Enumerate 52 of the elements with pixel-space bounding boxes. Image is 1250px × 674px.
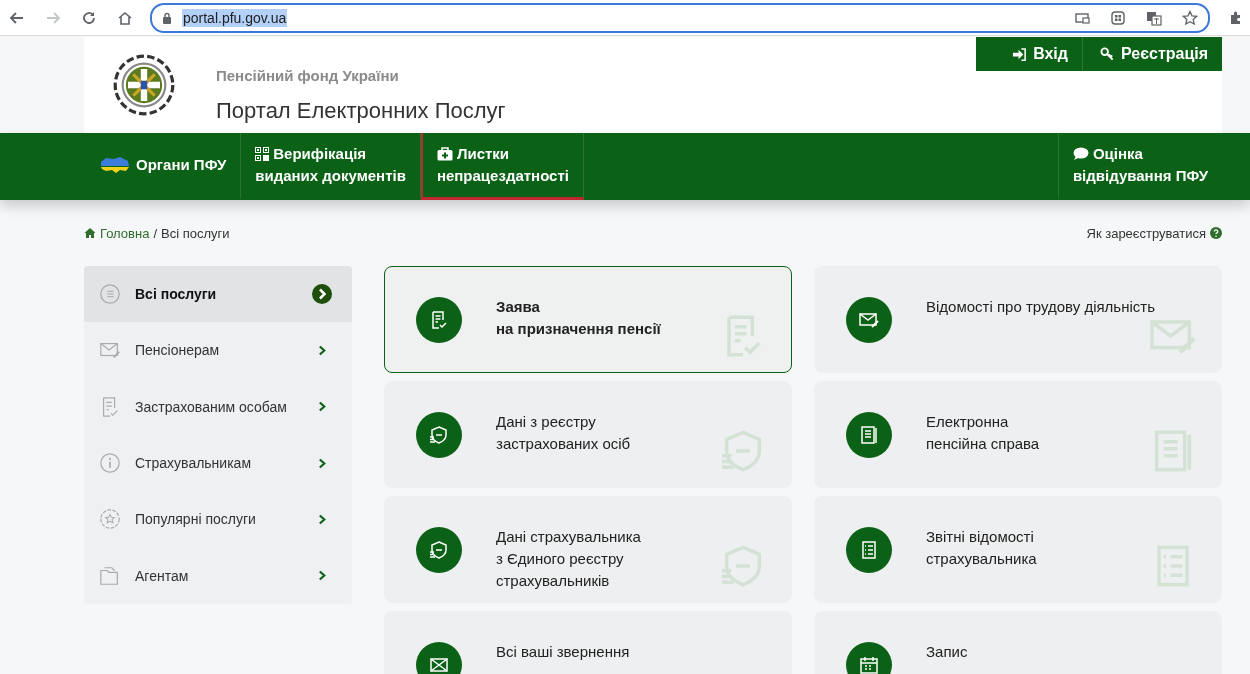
service-card[interactable]: Запис <box>814 611 1222 674</box>
emblem-icon <box>112 53 176 117</box>
chevron-icon <box>317 401 327 413</box>
back-icon <box>9 9 25 26</box>
service-card[interactable]: Електронна пенсійна справа <box>814 381 1222 488</box>
star-icon[interactable] <box>1182 9 1198 26</box>
nav-item[interactable]: Оцінка відвідування ПФУ <box>1057 133 1222 200</box>
list-icon <box>99 283 121 306</box>
question-icon <box>1210 227 1222 239</box>
home-link[interactable]: Головна <box>84 225 150 241</box>
forward-icon <box>45 9 61 26</box>
qr-code-icon <box>255 147 270 161</box>
chevron-icon <box>317 344 327 356</box>
sidebar-item[interactable]: Пенсіонерам <box>84 322 352 379</box>
folder-icon <box>99 564 121 587</box>
nav-item[interactable]: Верифікація виданих документів <box>241 133 421 200</box>
chevron-icon <box>317 457 327 469</box>
chevron-circle-icon <box>312 284 332 305</box>
translate-icon[interactable] <box>1146 9 1162 26</box>
service-card[interactable]: Звітні відомості страхувальника <box>814 496 1222 603</box>
service-card[interactable]: Заява на призначення пенсії <box>384 266 792 373</box>
key-icon <box>1099 46 1115 62</box>
portal-title: Портал Електронних Послуг <box>216 97 506 124</box>
ukraine-map-icon <box>100 156 130 174</box>
lock-icon <box>162 11 172 24</box>
chevron-icon <box>317 513 327 525</box>
sidebar-item[interactable]: Страхувальникам <box>84 434 352 492</box>
sidebar-item[interactable]: Агентам <box>84 547 352 604</box>
home-icon <box>84 227 96 239</box>
breadcrumb-current: Всі послуги <box>161 225 230 241</box>
sign-in-icon <box>1012 46 1028 62</box>
service-card[interactable]: Всі ваші звернення <box>384 611 792 674</box>
qr-code-icon[interactable] <box>1110 9 1126 26</box>
speech-bubble-icon <box>1072 147 1089 161</box>
sidebar-item[interactable]: Застрахованим особам <box>84 378 352 435</box>
medical-kit-icon <box>436 147 453 161</box>
nav-item[interactable]: Листки непрацездатності <box>420 133 584 200</box>
chevron-icon <box>317 570 327 582</box>
nav-item[interactable]: Органи ПФУ <box>84 133 242 200</box>
breadcrumb-separator: / <box>153 225 158 241</box>
service-card[interactable]: Дані з реєстру застрахованих осіб <box>384 381 792 488</box>
sidebar-item[interactable]: Популярні послуги <box>84 491 352 548</box>
info-icon <box>99 452 121 475</box>
sidebar-item[interactable]: Всі послуги <box>84 266 352 323</box>
address-bar[interactable]: portal.pfu.gov.ua <box>150 2 1210 33</box>
reload-icon <box>81 9 97 26</box>
help-link[interactable]: Як зареєструватися <box>1086 225 1222 241</box>
star-badge-icon <box>99 508 121 531</box>
service-card[interactable]: Відомості про трудову діяльність <box>814 266 1222 373</box>
organization-name: Пенсійний фонд України <box>216 66 400 84</box>
home-icon <box>117 9 133 26</box>
service-card[interactable]: Дані страхувальника з Єдиного реєстру страхувальників <box>384 496 792 603</box>
